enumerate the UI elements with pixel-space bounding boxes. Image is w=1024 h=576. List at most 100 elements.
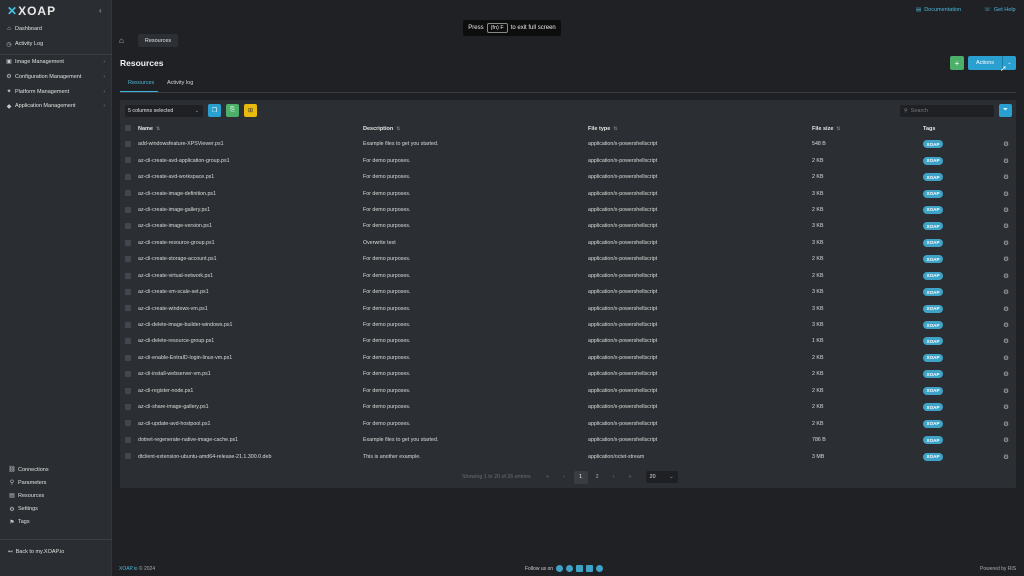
gear-icon[interactable]: ⚙ [996,415,1016,431]
row-checkbox[interactable] [125,436,131,443]
gear-icon[interactable]: ⚙ [996,300,1016,316]
cell-name[interactable]: add-windowsfeature-XPSViewer.ps1 [138,136,363,152]
sidebar-item-connections[interactable]: ⛓ Connections [0,463,112,476]
table-row[interactable]: az-cli-delete-image-builder-windows.ps1 F… [120,317,1016,333]
cell-name[interactable]: az-cli-create-avd-workspace.ps1 [138,169,363,185]
table-row[interactable]: az-cli-create-avd-application-group.ps1 F… [120,152,1016,168]
facebook-icon[interactable] [556,565,564,572]
gear-icon[interactable]: ⚙ [996,235,1016,251]
tag-badge[interactable]: XOAP [923,304,944,313]
tag-badge[interactable]: XOAP [923,222,944,231]
breadcrumb[interactable]: Resources [138,34,178,47]
row-checkbox[interactable] [125,371,131,378]
table-row[interactable]: az-cli-create-vm-scale-set.ps1 For demo p… [120,284,1016,300]
column-header-file-type[interactable]: File type ⇅ [588,121,812,136]
export-icon[interactable]: ⎘ [226,104,239,117]
gear-icon[interactable]: ⚙ [996,284,1016,300]
footer-brand-link[interactable]: XOAP.io [119,566,138,572]
filter-icon[interactable]: ⏷ [999,104,1012,117]
tag-badge[interactable]: XOAP [923,403,944,412]
row-checkbox[interactable] [125,387,131,394]
row-checkbox[interactable] [125,354,131,361]
gear-icon[interactable]: ⚙ [996,218,1016,234]
page-button-2[interactable]: 2 [590,471,604,484]
github-icon[interactable] [596,565,604,572]
cell-name[interactable]: az-cli-install-webserver-vm.ps1 [138,366,363,382]
sidebar-item-activity-log[interactable]: ◷ Activity Log [0,37,112,52]
next-page-icon[interactable]: › [607,471,621,484]
gear-icon[interactable]: ⚙ [996,202,1016,218]
tag-badge[interactable]: XOAP [923,288,944,297]
row-checkbox[interactable] [125,305,131,312]
first-page-icon[interactable]: « [541,471,555,484]
twitter-icon[interactable] [566,565,574,572]
cell-name[interactable]: az-cli-create-avd-application-group.ps1 [138,152,363,168]
columns-select[interactable]: 5 columns selected ⌄ [125,105,203,117]
cell-name[interactable]: az-cli-create-resource-group.ps1 [138,235,363,251]
tag-badge[interactable]: XOAP [923,419,944,428]
gear-icon[interactable]: ⚙ [996,383,1016,399]
sort-icon[interactable]: ⇅ [396,126,400,132]
table-row[interactable]: az-cli-share-image-gallery.ps1 For demo p… [120,399,1016,415]
sidebar-item-resources[interactable]: ▤ Resources [0,489,112,502]
search-input[interactable] [910,108,987,114]
tag-badge[interactable]: XOAP [923,140,944,149]
cell-name[interactable]: az-cli-register-node.ps1 [138,383,363,399]
row-checkbox[interactable] [125,141,131,148]
tag-badge[interactable]: XOAP [923,337,944,346]
row-checkbox[interactable] [125,338,131,345]
row-checkbox[interactable] [125,206,131,213]
cell-name[interactable]: az-cli-create-vm-scale-set.ps1 [138,284,363,300]
gear-icon[interactable]: ⚙ [996,152,1016,168]
table-row[interactable]: az-cli-create-image-gallery.ps1 For demo … [120,202,1016,218]
collapse-sidebar-icon[interactable]: ‹ [99,6,102,15]
row-checkbox[interactable] [125,190,131,197]
copy-icon[interactable]: ❐ [208,104,221,117]
add-resource-button[interactable]: + [950,56,964,70]
row-checkbox[interactable] [125,272,131,279]
cell-name[interactable]: az-cli-delete-resource-group.ps1 [138,333,363,349]
per-page-select[interactable]: 20 ⌄ [645,471,678,483]
tag-badge[interactable]: XOAP [923,321,944,330]
table-row[interactable]: az-cli-register-node.ps1 For demo purpose… [120,383,1016,399]
gear-icon[interactable]: ⚙ [996,251,1016,267]
app-logo[interactable]: ✕XOAP [7,4,56,18]
sidebar-item-configuration-management[interactable]: ⚙ Configuration Management › [0,69,112,84]
actions-button[interactable]: Actions ⌄ [968,56,1016,70]
tag-badge[interactable]: XOAP [923,173,944,182]
column-header-file-size[interactable]: File size ⇅ [812,121,923,136]
gear-icon[interactable]: ⚙ [996,432,1016,448]
cell-name[interactable]: az-cli-create-image-definition.ps1 [138,185,363,201]
tag-badge[interactable]: XOAP [923,353,944,362]
gear-icon[interactable]: ⚙ [996,366,1016,382]
tag-badge[interactable]: XOAP [923,452,944,461]
tag-badge[interactable]: XOAP [923,255,944,264]
linkedin-icon[interactable] [576,565,584,572]
gear-icon[interactable]: ⚙ [996,448,1016,464]
back-link[interactable]: ↤ Back to my.XOAP.io [8,549,64,555]
gear-icon[interactable]: ⚙ [996,169,1016,185]
table-row[interactable]: az-cli-create-image-version.ps1 For demo … [120,218,1016,234]
table-row[interactable]: az-cli-update-avd-hostpool.ps1 For demo p… [120,415,1016,431]
cell-name[interactable]: az-cli-create-virtual-network.ps1 [138,268,363,284]
row-checkbox[interactable] [125,321,131,328]
tag-badge[interactable]: XOAP [923,205,944,214]
sidebar-item-settings[interactable]: ⚙ Settings [0,503,112,516]
row-checkbox[interactable] [125,288,131,295]
gear-icon[interactable]: ⚙ [996,317,1016,333]
get-help-link[interactable]: ☏ Get Help [984,7,1016,13]
cell-name[interactable]: az-cli-share-image-gallery.ps1 [138,399,363,415]
prev-page-icon[interactable]: ‹ [557,471,571,484]
column-header-description[interactable]: Description ⇅ [363,121,588,136]
cell-name[interactable]: az-cli-create-storage-account.ps1 [138,251,363,267]
tab-activity-log[interactable]: Activity log [167,80,193,86]
youtube-icon[interactable] [586,565,594,572]
table-row[interactable]: az-cli-create-resource-group.ps1 Overwrit… [120,235,1016,251]
gear-icon[interactable]: ⚙ [996,350,1016,366]
gear-icon[interactable]: ⚙ [996,333,1016,349]
row-checkbox[interactable] [125,453,131,460]
sidebar-item-platform-management[interactable]: ✦ Platform Management › [0,84,112,99]
row-checkbox[interactable] [125,404,131,411]
sidebar-item-dashboard[interactable]: ⌂ Dashboard [0,22,112,37]
row-checkbox[interactable] [125,420,131,427]
